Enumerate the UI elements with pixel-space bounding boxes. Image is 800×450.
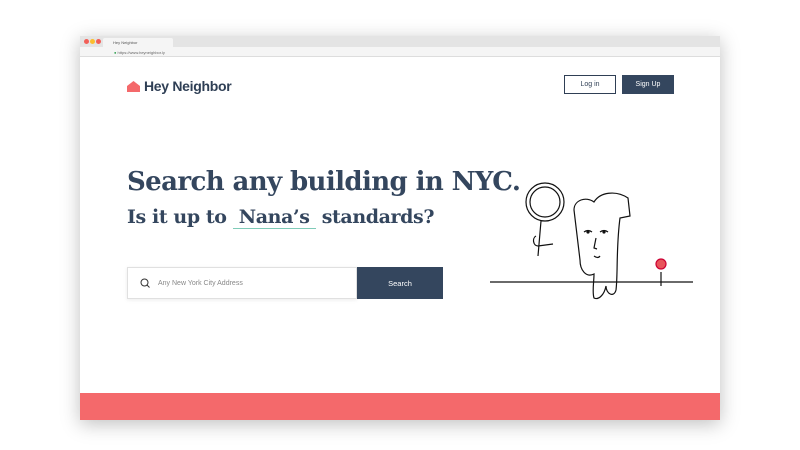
- browser-window: Hey Neighbor ● https://www.heyneighbor.l…: [80, 36, 720, 420]
- search-button[interactable]: Search: [357, 267, 443, 299]
- nana-illustration: [490, 182, 693, 300]
- search-icon: [140, 278, 150, 288]
- url-text: https://www.heyneighbor.ly: [117, 50, 165, 55]
- logo[interactable]: Hey Neighbor: [127, 78, 232, 94]
- address-bar[interactable]: ● https://www.heyneighbor.ly: [80, 47, 720, 57]
- tab-title: Hey Neighbor: [113, 40, 138, 45]
- house-icon: [127, 80, 140, 92]
- close-window-icon[interactable]: [84, 39, 89, 44]
- hero-title: Search any building in NYC.: [127, 167, 521, 197]
- minimize-window-icon[interactable]: [90, 39, 95, 44]
- nana-highlight: Nana’s: [232, 206, 316, 229]
- search-placeholder: Any New York City Address: [158, 279, 243, 287]
- browser-tab[interactable]: Hey Neighbor: [103, 38, 173, 47]
- footer-band: [80, 393, 720, 420]
- hero-subtitle: Is it up to Nana’s standards?: [127, 206, 435, 229]
- logo-text: Hey Neighbor: [144, 78, 232, 94]
- login-button[interactable]: Log in: [564, 75, 616, 94]
- search-input[interactable]: Any New York City Address: [127, 267, 357, 299]
- tab-bar: Hey Neighbor: [80, 36, 720, 47]
- signup-button[interactable]: Sign Up: [622, 75, 674, 94]
- maximize-window-icon[interactable]: [96, 39, 101, 44]
